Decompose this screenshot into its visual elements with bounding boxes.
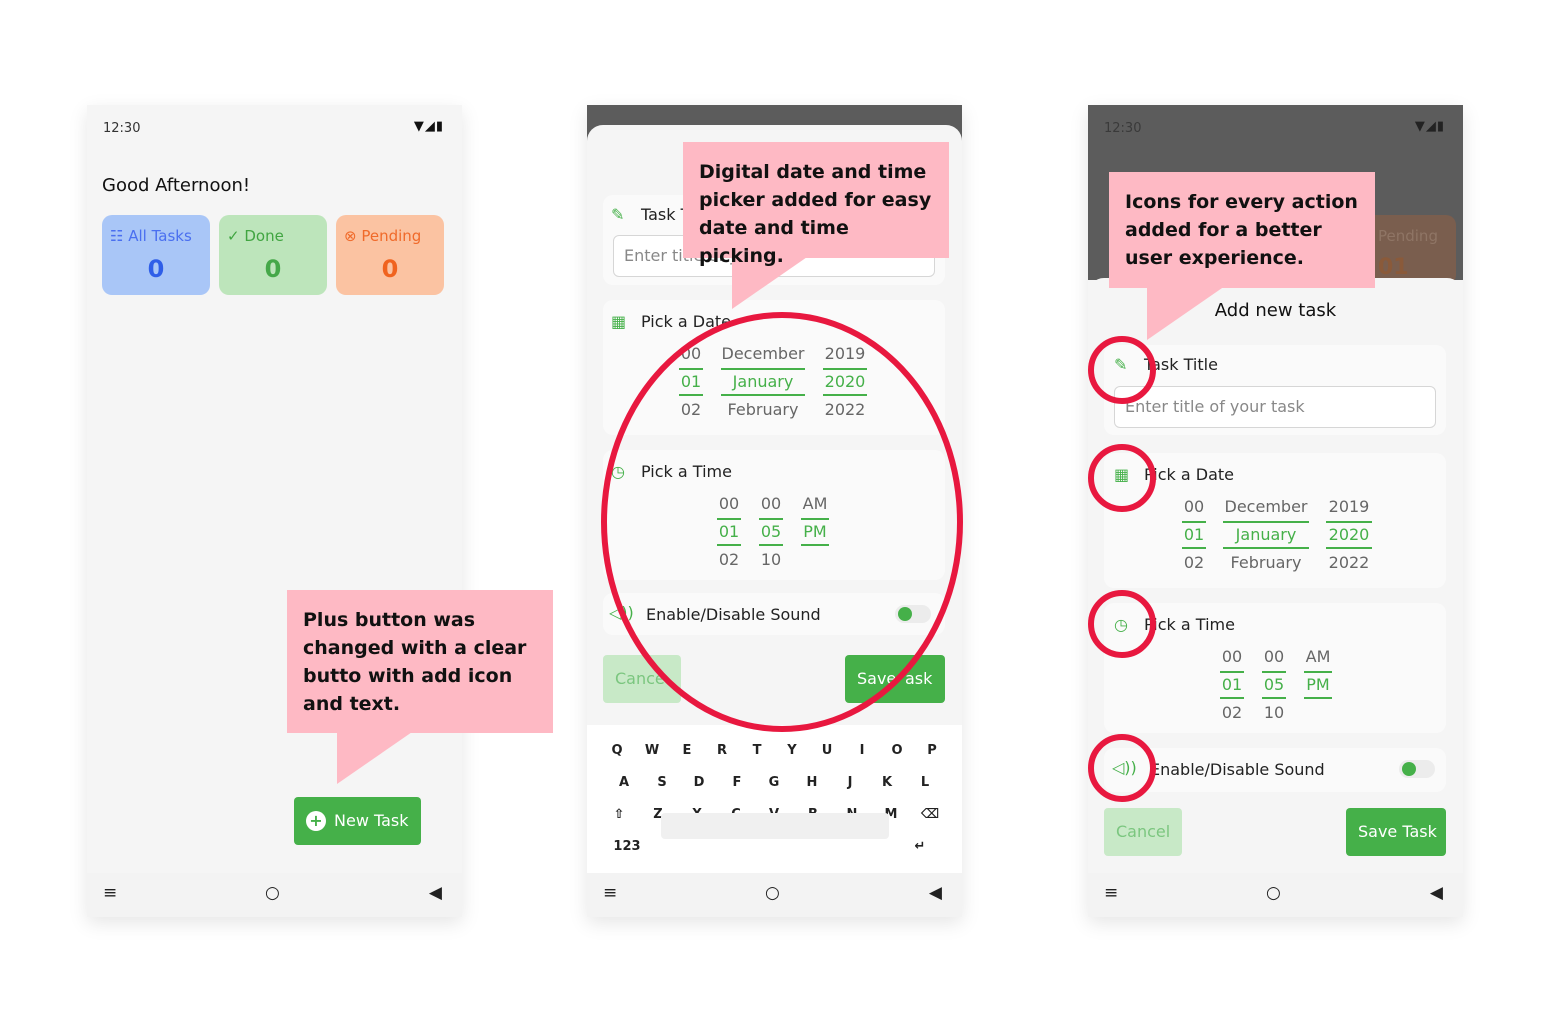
- key-g[interactable]: G: [759, 769, 789, 797]
- shift-icon[interactable]: ⇧: [604, 801, 634, 829]
- pick-date-label: Pick a Date: [1144, 465, 1235, 484]
- key-h[interactable]: H: [797, 769, 827, 797]
- check-circle-icon: ✓: [227, 227, 240, 245]
- card-count: 0: [264, 255, 282, 283]
- callout-icons: Icons for every action added for a bette…: [1109, 172, 1375, 288]
- back-icon[interactable]: ◀: [429, 883, 442, 903]
- home-icon[interactable]: ○: [1266, 883, 1281, 903]
- back-icon[interactable]: ◀: [1430, 883, 1443, 903]
- key-k[interactable]: K: [872, 769, 902, 797]
- callout-plus-button: Plus button was changed with a clear but…: [287, 590, 553, 733]
- key-d[interactable]: D: [684, 769, 714, 797]
- menu-icon[interactable]: ≡: [103, 883, 117, 903]
- calendar-icon: ▦: [611, 312, 627, 331]
- key-p[interactable]: P: [917, 737, 947, 765]
- new-task-label: New Task: [334, 811, 409, 830]
- key-a[interactable]: A: [609, 769, 639, 797]
- key-j[interactable]: J: [835, 769, 865, 797]
- edit-icon-highlight-circle: [1088, 336, 1156, 404]
- callout-tail-icons: [1147, 286, 1225, 340]
- card-label: Done: [244, 227, 284, 245]
- key-l[interactable]: L: [910, 769, 940, 797]
- all-tasks-card[interactable]: ☷ All Tasks 0: [102, 215, 210, 295]
- minute-picker[interactable]: 00 05 10: [1262, 643, 1286, 727]
- x-circle-icon: ⊗: [344, 227, 357, 245]
- status-icons: ▼◢▮: [1414, 119, 1445, 134]
- callout-date-picker: Digital date and time picker added for e…: [683, 142, 949, 267]
- home-icon[interactable]: ○: [765, 883, 780, 903]
- callout-icons-text: Icons for every action added for a bette…: [1125, 191, 1358, 269]
- key-q[interactable]: Q: [602, 737, 632, 765]
- keyboard-row-1: Q W E R T Y U I O P: [587, 737, 962, 765]
- card-label: Pending: [361, 227, 422, 245]
- plus-icon: +: [306, 811, 326, 831]
- nav-bar: ≡ ○ ◀: [587, 873, 962, 917]
- hour-picker[interactable]: 00 01 02: [1220, 643, 1244, 727]
- calendar-icon-highlight-circle: [1088, 444, 1156, 512]
- task-summary-cards: ☷ All Tasks 0 ✓ Done 0 ⊗ Pending 0: [102, 215, 447, 295]
- status-time: 12:30: [1104, 121, 1142, 136]
- key-u[interactable]: U: [812, 737, 842, 765]
- speaker-icon-highlight-circle: [1088, 734, 1156, 802]
- cancel-button[interactable]: Cancel: [1104, 808, 1182, 856]
- enter-icon[interactable]: ↵: [905, 833, 935, 861]
- key-w[interactable]: W: [637, 737, 667, 765]
- status-time: 12:30: [103, 121, 141, 136]
- nav-bar: ≡ ○ ◀: [87, 873, 462, 917]
- key-r[interactable]: R: [707, 737, 737, 765]
- sound-toggle[interactable]: [1399, 760, 1435, 778]
- home-screen: 12:30 ▼◢▮ Good Afternoon! ☷ All Tasks 0 …: [87, 105, 462, 917]
- back-icon[interactable]: ◀: [929, 883, 942, 903]
- numbers-key[interactable]: 123: [605, 833, 649, 861]
- status-icons: ▼◢▮: [413, 119, 444, 134]
- menu-icon[interactable]: ≡: [1104, 883, 1118, 903]
- card-count: 0: [381, 255, 399, 283]
- home-icon[interactable]: ○: [265, 883, 280, 903]
- date-picker-highlight-circle: [601, 312, 963, 732]
- callout-plus-text: Plus button was changed with a clear but…: [303, 609, 527, 715]
- nav-bar: ≡ ○ ◀: [1088, 873, 1463, 917]
- edit-icon: ✎: [611, 205, 625, 224]
- month-picker[interactable]: December January February: [1223, 493, 1309, 577]
- key-e[interactable]: E: [672, 737, 702, 765]
- greeting-title: Good Afternoon!: [102, 175, 251, 196]
- pending-card[interactable]: ⊗ Pending 0: [336, 215, 444, 295]
- soft-keyboard: Q W E R T Y U I O P A S D F G H J K L ⇧ …: [587, 725, 962, 875]
- sound-label: Enable/Disable Sound: [1150, 760, 1325, 779]
- key-y[interactable]: Y: [777, 737, 807, 765]
- pick-time-label: Pick a Time: [1144, 615, 1235, 634]
- key-f[interactable]: F: [722, 769, 752, 797]
- card-count: 0: [147, 255, 165, 283]
- space-bar[interactable]: [661, 813, 889, 839]
- key-i[interactable]: I: [847, 737, 877, 765]
- done-card[interactable]: ✓ Done 0: [219, 215, 327, 295]
- year-picker[interactable]: 2019 2020 2022: [1326, 493, 1372, 577]
- menu-icon[interactable]: ≡: [603, 883, 617, 903]
- keyboard-row-2: A S D F G H J K L: [587, 769, 962, 797]
- list-icon: ☷: [110, 227, 124, 245]
- card-label: All Tasks: [128, 227, 192, 245]
- task-title-input[interactable]: Enter title of your task: [1114, 386, 1436, 428]
- callout-tail-plus: [337, 730, 415, 784]
- key-o[interactable]: O: [882, 737, 912, 765]
- task-title-block: ✎ Task Title Enter title of your task: [1104, 345, 1446, 435]
- ampm-picker[interactable]: AM PM: [1304, 643, 1332, 699]
- status-bar: 12:30 ▼◢▮: [87, 105, 462, 153]
- new-task-button[interactable]: + New Task: [294, 797, 421, 845]
- callout-date-text: Digital date and time picker added for e…: [699, 161, 932, 267]
- key-s[interactable]: S: [647, 769, 677, 797]
- save-task-button[interactable]: Save Task: [1346, 808, 1446, 856]
- backspace-icon[interactable]: ⌫: [915, 801, 945, 829]
- clock-icon-highlight-circle: [1088, 590, 1156, 658]
- day-picker[interactable]: 00 01 02: [1182, 493, 1206, 577]
- key-t[interactable]: T: [742, 737, 772, 765]
